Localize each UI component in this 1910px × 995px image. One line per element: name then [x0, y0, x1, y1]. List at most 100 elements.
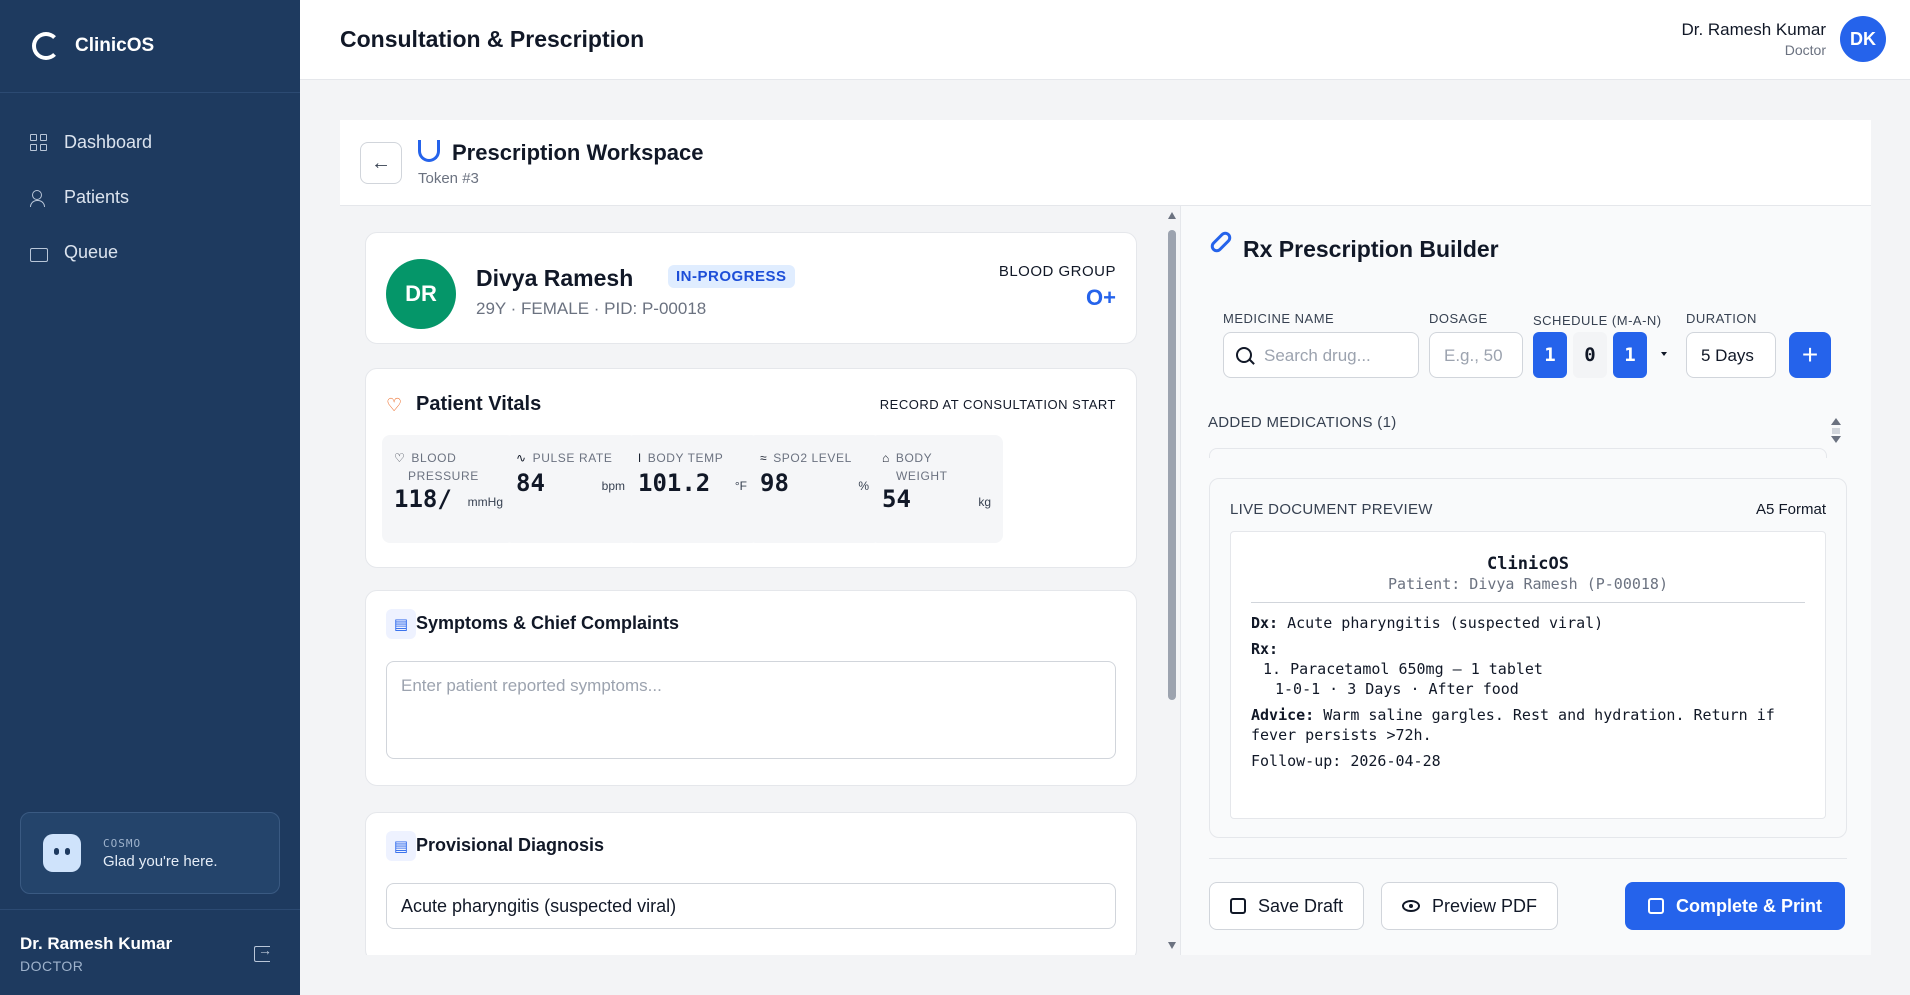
thermometer-icon: ǀ [638, 451, 642, 465]
scroll-down-icon[interactable] [1168, 942, 1176, 949]
eye-icon [1402, 900, 1420, 912]
scroll-thumb[interactable] [1168, 230, 1176, 700]
page-title: Consultation & Prescription [340, 26, 645, 52]
vital-pulse-rate[interactable]: ∿ PULSE RATE 84 bpm [504, 435, 637, 543]
brand-name: ClinicOS [75, 35, 155, 56]
sidebar-user: Dr. Ramesh Kumar DOCTOR [0, 909, 300, 995]
scroll-down-icon[interactable] [1831, 436, 1841, 443]
pill-icon [1208, 229, 1234, 255]
sidebar-item-label: Patients [64, 187, 130, 207]
plus-icon: + [1801, 339, 1819, 370]
user-menu[interactable]: Dr. Ramesh Kumar Doctor DK [1681, 16, 1886, 62]
vital-blood-pressure[interactable]: ♡ BLOOD PRESSURE 118/ mmHg [382, 435, 515, 543]
save-draft-button[interactable]: Save Draft [1209, 882, 1365, 930]
wind-icon: ≈ [760, 451, 768, 465]
heart-small-icon: ♡ [394, 451, 406, 465]
added-medications-list[interactable] [1209, 448, 1827, 458]
blood-group-label: BLOOD GROUP [998, 263, 1116, 280]
printer-icon [1647, 898, 1664, 914]
schedule-night-toggle[interactable]: 1 [1613, 332, 1647, 378]
save-draft-label: Save Draft [1258, 895, 1344, 916]
workspace-header: ← Prescription Workspace Token #3 [340, 120, 1871, 206]
vital-value: 101.2 [638, 469, 711, 497]
ticket-icon [30, 247, 48, 262]
vital-unit: °F [734, 479, 747, 493]
top-header: Consultation & Prescription Dr. Ramesh K… [300, 0, 1910, 80]
pulse-icon: ∿ [516, 451, 527, 465]
cosmo-assistant[interactable]: COSMO Glad you're here. [20, 812, 280, 894]
vital-unit: % [858, 479, 869, 493]
search-icon [1236, 347, 1252, 363]
vital-body-weight[interactable]: ⌂ BODY WEIGHT 54 kg [870, 435, 1003, 543]
weight-icon: ⌂ [882, 451, 890, 465]
back-button[interactable]: ← [360, 142, 402, 184]
vital-unit: kg [978, 495, 991, 509]
vital-label: ♡ BLOOD PRESSURE [394, 451, 479, 483]
cosmo-label: COSMO [103, 836, 142, 850]
patient-avatar: DR [386, 259, 456, 329]
prescription-document: ClinicOS Patient: Divya Ramesh (P-00018)… [1230, 531, 1826, 819]
symptoms-input[interactable]: Enter patient reported symptoms... [386, 661, 1116, 759]
vital-label: ⌂ BODY WEIGHT [882, 451, 948, 483]
symptoms-title: Symptoms & Chief Complaints [416, 613, 680, 633]
doc-med-detail: 1-0-1 · 3 Days · After food [1275, 680, 1519, 698]
vitals-title: Patient Vitals [416, 393, 542, 415]
token-number: Token #3 [418, 170, 479, 187]
schedule-label: SCHEDULE (M-A-N) [1533, 313, 1662, 328]
medicine-placeholder: Search drug... [1264, 346, 1371, 365]
preview-label: LIVE DOCUMENT PREVIEW [1230, 501, 1433, 518]
grid-icon [30, 133, 48, 152]
schedule-afternoon-toggle[interactable]: 0 [1573, 332, 1607, 378]
duration-select[interactable]: 5 Days [1686, 332, 1776, 378]
doc-divider [1251, 602, 1805, 603]
diagnosis-title: Provisional Diagnosis [416, 835, 605, 855]
sidebar-item-label: Queue [64, 242, 119, 262]
brand[interactable]: ClinicOS [0, 0, 300, 93]
logout-icon[interactable] [254, 942, 272, 962]
patient-name: Divya Ramesh [476, 265, 634, 291]
user-name: Dr. Ramesh Kumar [1681, 20, 1826, 39]
sidebar-item-label: Dashboard [64, 132, 153, 152]
vital-label: ∿ PULSE RATE [516, 451, 613, 465]
cosmo-message: Glad you're here. [103, 852, 218, 870]
vital-value: 118/ [394, 485, 452, 513]
doc-med-line: 1. Paracetamol 650mg — 1 tablet [1263, 660, 1543, 678]
rx-title: Rx Prescription Builder [1243, 236, 1499, 262]
vital-value: 54 [882, 485, 911, 513]
added-medications-label: ADDED MEDICATIONS (1) [1208, 414, 1397, 431]
dosage-input[interactable]: E.g., 50 [1429, 332, 1523, 378]
diagnosis-card: ▤ Provisional Diagnosis Acute pharyngiti… [365, 812, 1137, 955]
left-scrollbar[interactable] [1166, 206, 1178, 955]
scroll-thumb[interactable] [1832, 428, 1840, 434]
workspace-title: Prescription Workspace [452, 140, 704, 165]
medications-scrollbar[interactable] [1831, 418, 1841, 448]
add-medication-button[interactable]: + [1789, 332, 1831, 378]
diagnosis-input[interactable]: Acute pharyngitis (suspected viral) [386, 883, 1116, 929]
document-icon: ▤ [386, 831, 416, 861]
chevron-down-icon[interactable] [1661, 352, 1667, 356]
heart-icon: ♡ [386, 395, 403, 415]
sidebar-nav: Dashboard Patients Queue [0, 93, 300, 280]
doc-rx-label: Rx: [1251, 640, 1279, 658]
vital-body-temp[interactable]: ǀ BODY TEMP 101.2 °F [626, 435, 759, 543]
medicine-search-input[interactable]: Search drug... [1223, 332, 1419, 378]
doc-followup: Follow-up: 2026-04-28 [1251, 752, 1441, 770]
sidebar-item-patients[interactable]: Patients [0, 170, 300, 225]
sidebar-item-queue[interactable]: Queue [0, 225, 300, 280]
complete-print-button[interactable]: Complete & Print [1625, 882, 1845, 930]
user-role: Doctor [1784, 42, 1826, 58]
preview-pdf-button[interactable]: Preview PDF [1381, 882, 1559, 930]
patient-meta: 29Y · FEMALE · PID: P-00018 [476, 299, 707, 318]
actions-divider [1209, 858, 1847, 859]
users-icon [30, 189, 48, 207]
doc-brand: ClinicOS [1487, 554, 1569, 574]
scroll-up-icon[interactable] [1831, 418, 1841, 425]
avatar[interactable]: DK [1840, 16, 1886, 62]
vital-value: 84 [516, 469, 545, 497]
clipboard-icon: ▤ [386, 609, 416, 639]
schedule-morning-toggle[interactable]: 1 [1533, 332, 1567, 378]
scroll-up-icon[interactable] [1168, 212, 1176, 219]
sidebar-item-dashboard[interactable]: Dashboard [0, 115, 300, 170]
vital-spo2[interactable]: ≈ SPO2 LEVEL 98 % [748, 435, 881, 543]
vital-label: ǀ BODY TEMP [638, 451, 724, 465]
